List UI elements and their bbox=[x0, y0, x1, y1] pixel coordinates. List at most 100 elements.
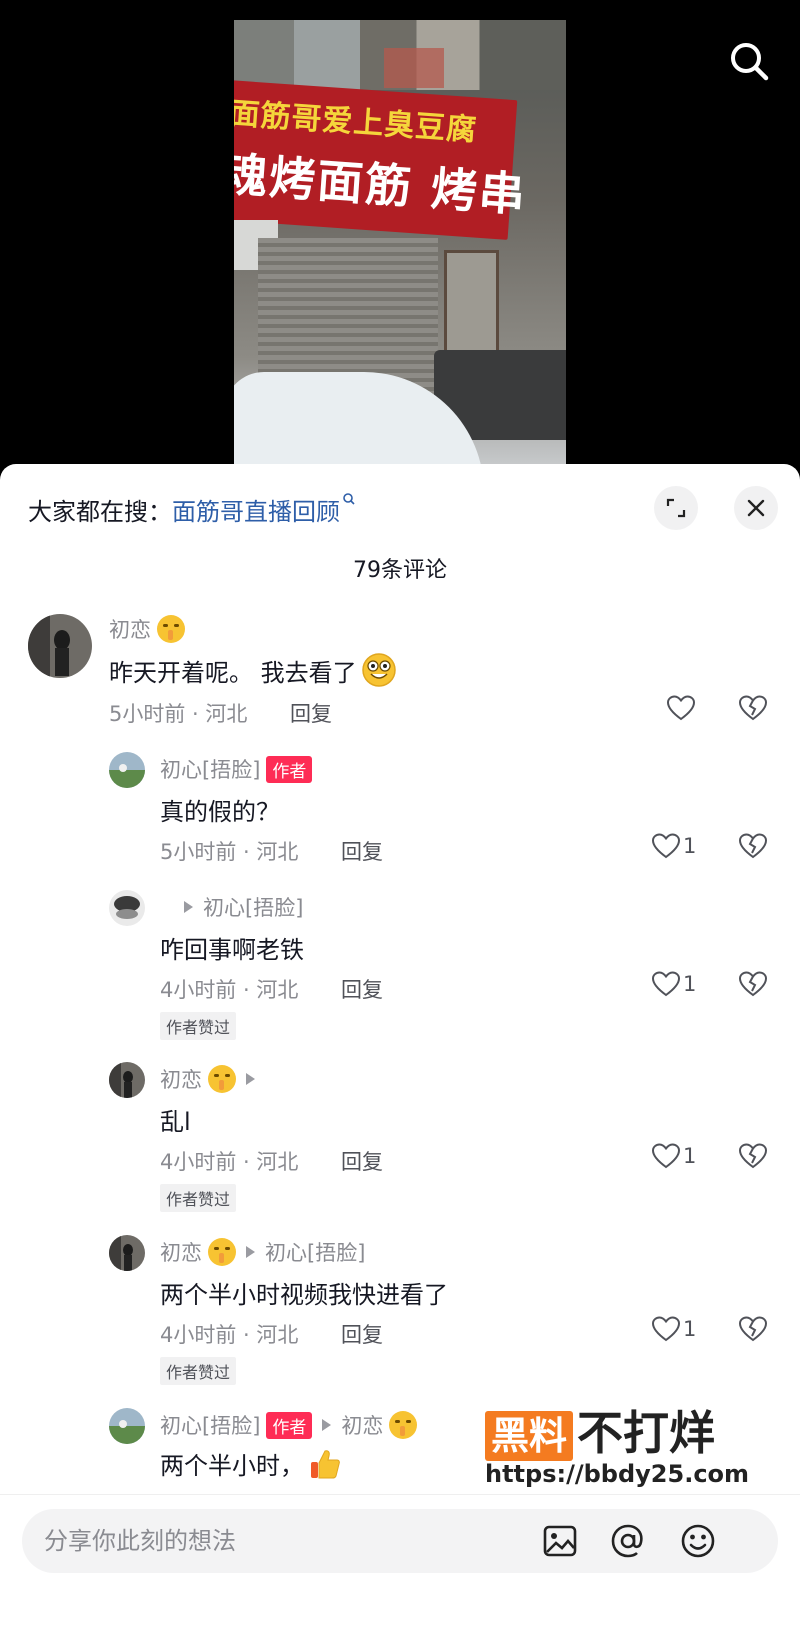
dislike-button[interactable] bbox=[738, 1142, 768, 1174]
reply-item: 初恋 乱l 4小时前 · 河北 回复 1 作者赞过 bbox=[0, 1062, 800, 1212]
comment-author[interactable]: 初恋 bbox=[160, 1064, 259, 1094]
comment-text: 两个半小时， bbox=[160, 1446, 342, 1481]
author-liked-tag: 作者赞过 bbox=[160, 1357, 237, 1385]
expand-button[interactable] bbox=[654, 486, 698, 530]
like-button[interactable] bbox=[666, 694, 698, 722]
comment-author[interactable]: 初恋 bbox=[109, 614, 185, 644]
suggest-link[interactable]: 面筋哥直播回顾 bbox=[172, 498, 340, 526]
watermark-text: 不打烊 bbox=[577, 1406, 716, 1460]
broken-heart-icon bbox=[738, 1143, 768, 1169]
watermark-url: https://bbdy25.com bbox=[485, 1460, 750, 1488]
close-button[interactable] bbox=[734, 486, 778, 530]
search-button[interactable] bbox=[726, 38, 772, 84]
grinning-emoji-icon bbox=[361, 653, 396, 687]
reply-arrow-icon bbox=[184, 901, 193, 913]
heart-icon bbox=[651, 1143, 681, 1169]
like-button[interactable]: 1 bbox=[651, 970, 696, 998]
comment-input-container bbox=[22, 1509, 778, 1573]
comment-author[interactable]: 初心[捂脸] 作者 初恋 bbox=[160, 1410, 418, 1440]
heart-icon bbox=[666, 695, 696, 721]
comment-author[interactable]: 初恋 初心[捂脸] bbox=[160, 1237, 365, 1267]
reply-button[interactable]: 回复 bbox=[341, 1146, 383, 1176]
reply-arrow-icon bbox=[322, 1419, 332, 1431]
like-button[interactable]: 1 bbox=[651, 1315, 696, 1343]
author-badge: 作者 bbox=[266, 1411, 313, 1439]
search-icon bbox=[731, 43, 769, 81]
like-count: 1 bbox=[683, 1317, 697, 1341]
reply-arrow-icon bbox=[246, 1073, 255, 1085]
comment-meta: 5小时前 · 河北 bbox=[160, 840, 299, 864]
reply-button[interactable]: 回复 bbox=[341, 1319, 383, 1349]
avatar[interactable] bbox=[109, 752, 145, 788]
author-name: 初恋 bbox=[160, 1068, 202, 1092]
reply-to-name[interactable]: 初心[捂脸] bbox=[265, 1237, 365, 1267]
broken-heart-icon bbox=[738, 1316, 768, 1342]
dislike-button[interactable] bbox=[738, 970, 768, 1002]
avatar[interactable] bbox=[109, 890, 145, 926]
expand-icon bbox=[666, 498, 686, 518]
author-name: 初恋 bbox=[109, 618, 151, 642]
author-badge: 作者 bbox=[266, 755, 313, 783]
watermark-logo: 黑料 不打烊 bbox=[485, 1408, 715, 1461]
author-liked-tag: 作者赞过 bbox=[160, 1184, 237, 1212]
reply-arrow-icon bbox=[246, 1246, 255, 1258]
avatar[interactable] bbox=[109, 1235, 145, 1271]
author-name: 初心[捂脸] bbox=[160, 758, 261, 782]
suggest-prefix: 大家都在搜： bbox=[28, 498, 172, 526]
dislike-button[interactable] bbox=[738, 832, 768, 864]
thumbs-up-emoji-icon bbox=[311, 1449, 340, 1478]
shushing-emoji-icon bbox=[157, 615, 185, 643]
emoji-icon bbox=[681, 1524, 715, 1558]
comment-text: 乱l bbox=[160, 1108, 191, 1136]
comment-count: 79条评论 bbox=[353, 558, 447, 583]
comment-text: 两个半小时视频我快进看了 bbox=[160, 1281, 448, 1309]
window bbox=[384, 48, 444, 88]
avatar[interactable] bbox=[109, 1062, 145, 1098]
mention-button[interactable] bbox=[608, 1521, 648, 1561]
comment-author[interactable]: 初心[捂脸] 作者 bbox=[160, 754, 313, 784]
reply-button[interactable]: 回复 bbox=[341, 974, 383, 1004]
reply-to-name[interactable]: 初恋 bbox=[341, 1410, 383, 1440]
comment-body: 两个半小时， bbox=[160, 1452, 304, 1480]
reply-button[interactable]: 回复 bbox=[341, 836, 383, 866]
like-count: 1 bbox=[683, 834, 697, 858]
author-name: 初心[捂脸] bbox=[160, 1414, 261, 1438]
heart-icon bbox=[651, 1316, 681, 1342]
video-player[interactable]: 面筋哥爱上臭豆腐 魂烤面筋 烤串 bbox=[0, 0, 800, 470]
comment-meta: 4小时前 · 河北 bbox=[160, 1150, 299, 1174]
comment-input[interactable] bbox=[44, 1509, 544, 1573]
reply-item: 初恋 初心[捂脸] 两个半小时视频我快进看了 4小时前 · 河北 回复 1 作者… bbox=[0, 1235, 800, 1385]
comment-meta: 5小时前 · 河北 bbox=[109, 702, 248, 726]
at-icon bbox=[611, 1524, 643, 1558]
broken-heart-icon bbox=[738, 971, 768, 997]
comment-meta: 4小时前 · 河北 bbox=[160, 978, 299, 1002]
dislike-button[interactable] bbox=[738, 694, 768, 726]
image-icon bbox=[543, 1525, 577, 1557]
avatar[interactable] bbox=[28, 614, 92, 678]
comment-item: 初恋 昨天开着呢。 我去看了 5小时前 · 河北 回复 bbox=[0, 614, 800, 734]
avatar[interactable] bbox=[109, 1408, 145, 1444]
like-button[interactable]: 1 bbox=[651, 832, 696, 860]
comment-text: 真的假的？ bbox=[160, 798, 280, 826]
watermark-box: 黑料 bbox=[485, 1411, 574, 1461]
heart-icon bbox=[651, 971, 681, 997]
reply-to-name[interactable]: 初心[捂脸] bbox=[203, 892, 303, 922]
reply-button[interactable]: 回复 bbox=[290, 698, 332, 728]
comment-input-bar bbox=[0, 1494, 800, 1646]
emoji-button[interactable] bbox=[678, 1521, 718, 1561]
dislike-button[interactable] bbox=[738, 1315, 768, 1347]
reply-item: 初心[捂脸] 作者 真的假的？ 5小时前 · 河北 回复 1 bbox=[0, 752, 800, 872]
author-liked-tag: 作者赞过 bbox=[160, 1012, 237, 1040]
reply-item: 初心[捂脸] 咋回事啊老铁 4小时前 · 河北 回复 1 作者赞过 bbox=[0, 890, 800, 1040]
image-button[interactable] bbox=[540, 1521, 580, 1561]
video-frame: 面筋哥爱上臭豆腐 魂烤面筋 烤串 bbox=[234, 20, 566, 470]
shop-sign: 面筋哥爱上臭豆腐 魂烤面筋 烤串 bbox=[234, 80, 529, 240]
shushing-emoji-icon bbox=[389, 1411, 418, 1439]
sign-line2: 魂烤面筋 烤串 bbox=[234, 146, 529, 223]
comment-meta: 4小时前 · 河北 bbox=[160, 1323, 299, 1347]
like-count: 1 bbox=[683, 972, 697, 996]
like-count: 1 bbox=[683, 1144, 697, 1168]
like-button[interactable]: 1 bbox=[651, 1142, 696, 1170]
search-icon bbox=[343, 493, 355, 505]
comment-author: 初心[捂脸] bbox=[160, 892, 303, 922]
